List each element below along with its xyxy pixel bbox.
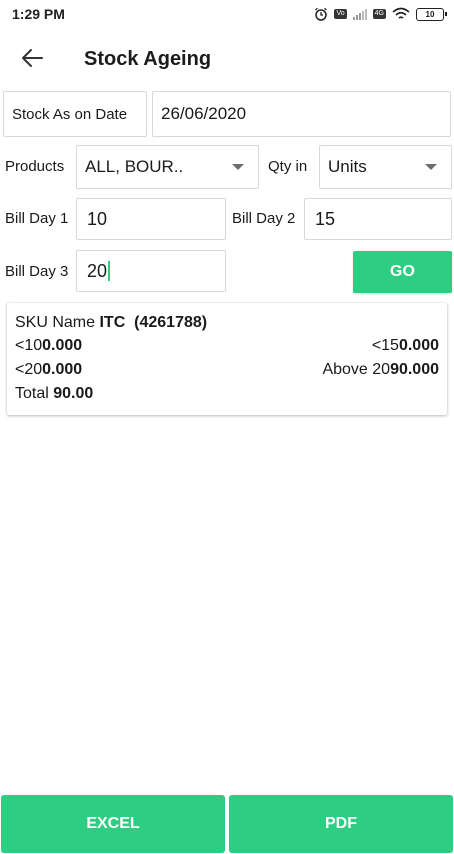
status-icons: Vo 4G 10 <box>314 4 447 24</box>
bill-day2-label: Bill Day 2 <box>232 210 296 227</box>
bucket-row-1: <100.000 <150.000 <box>15 335 439 357</box>
bucket-20-label: <20 <box>15 361 43 378</box>
bucket-above-20-label: Above 20 <box>322 361 391 378</box>
bill-day3-label: Bill Day 3 <box>5 263 69 280</box>
sku-value: ITC (4261788) <box>99 314 208 331</box>
products-dropdown[interactable]: ALL, BOUR.. <box>76 145 259 189</box>
bucket-above-20-value: 90.000 <box>390 361 439 378</box>
page-title: Stock Ageing <box>84 48 212 70</box>
bucket-20-value: 0.000 <box>42 361 83 378</box>
total-label: Total <box>15 385 49 402</box>
bucket-10-value: 0.000 <box>42 337 83 354</box>
qty-value: Units <box>328 157 367 176</box>
arrow-left-icon <box>22 49 43 67</box>
stock-date-field[interactable]: 26/06/2020 <box>152 91 451 137</box>
chevron-down-icon <box>425 164 437 170</box>
sku-row: SKU Name ITC (4261788) <box>15 312 439 334</box>
wifi-icon <box>392 7 410 21</box>
bill-day1-label: Bill Day 1 <box>5 210 69 227</box>
bill-day3-value: 20 <box>87 260 108 281</box>
alarm-icon <box>314 7 328 21</box>
excel-button[interactable]: EXCEL <box>1 795 225 853</box>
battery-icon: 10 <box>416 7 447 21</box>
status-time: 1:29 PM <box>12 6 65 22</box>
volte-icon: Vo <box>334 9 347 19</box>
4g-icon: 4G <box>372 9 386 19</box>
total-value: 90.00 <box>53 385 94 402</box>
bucket-15-label: <15 <box>371 337 399 354</box>
back-button[interactable] <box>14 42 50 74</box>
bucket-row-2: <200.000 Above 2090.000 <box>15 359 439 381</box>
products-value: ALL, BOUR.. <box>85 157 184 176</box>
pdf-button[interactable]: PDF <box>229 795 453 853</box>
qty-dropdown[interactable]: Units <box>319 145 452 189</box>
bill-day3-input[interactable]: 20 <box>76 250 226 292</box>
go-button[interactable]: GO <box>353 251 452 293</box>
bucket-10-label: <10 <box>15 337 43 354</box>
chevron-down-icon <box>232 164 244 170</box>
sku-label: SKU Name <box>15 314 96 331</box>
bill-day1-input[interactable]: 10 <box>76 198 226 240</box>
qty-label: Qty in <box>268 158 308 175</box>
total-row: Total 90.00 <box>15 383 439 405</box>
result-card: SKU Name ITC (4261788) <100.000 <150.000… <box>7 303 447 415</box>
bill-day2-input[interactable]: 15 <box>304 198 452 240</box>
products-label: Products <box>5 158 65 175</box>
text-caret <box>108 261 111 281</box>
stock-date-label: Stock As on Date <box>3 91 147 137</box>
bucket-15-value: 0.000 <box>398 337 439 354</box>
signal-icon <box>352 8 367 20</box>
